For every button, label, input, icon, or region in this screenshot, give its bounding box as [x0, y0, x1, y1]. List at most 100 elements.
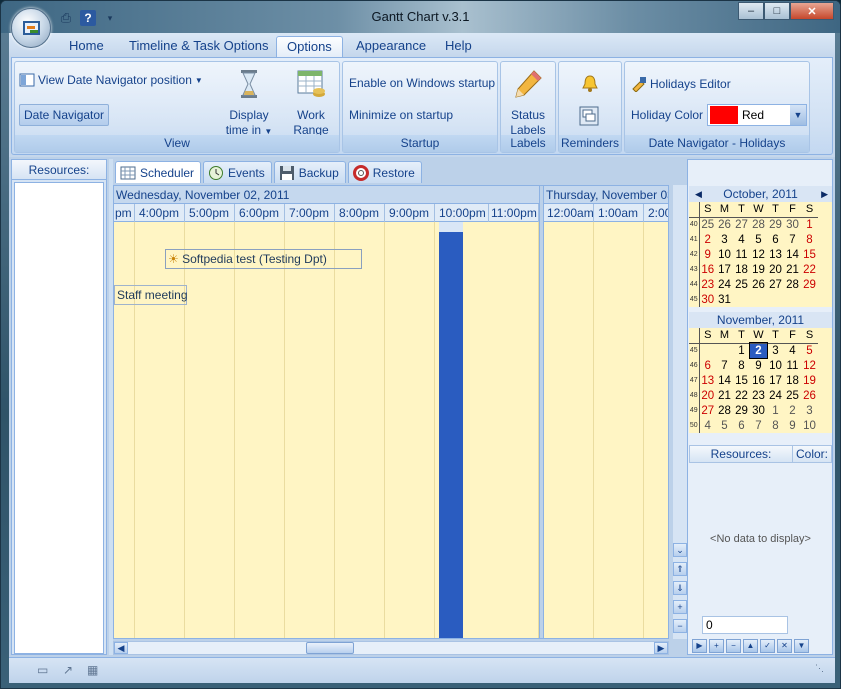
calendar-day[interactable]: 5	[716, 418, 733, 433]
network-icon[interactable]: ▦	[87, 663, 105, 679]
maximize-button[interactable]: □	[764, 2, 790, 20]
minimize-on-startup-toggle[interactable]: Minimize on startup	[349, 108, 453, 122]
calendar-day[interactable]: 3	[767, 343, 784, 358]
calendar-day[interactable]: 31	[716, 292, 733, 307]
calendar-day[interactable]: 3	[801, 403, 818, 418]
calendar-day[interactable]: 22	[801, 262, 818, 277]
calendar-day[interactable]: 10	[767, 358, 784, 373]
calendar-day[interactable]: 1	[733, 343, 750, 358]
calendar-day[interactable]: 29	[733, 403, 750, 418]
delete-record-icon[interactable]: −	[726, 639, 741, 653]
calendar-day[interactable]: 8	[767, 418, 784, 433]
edit-record-icon[interactable]: ▲	[743, 639, 758, 653]
calendar-day[interactable]: 17	[716, 262, 733, 277]
link-icon[interactable]: ↗	[63, 663, 81, 679]
column-color[interactable]: Color:	[793, 446, 831, 462]
calendar-day[interactable]: 28	[750, 217, 767, 232]
chevron-down-icon[interactable]: ▼	[790, 105, 806, 125]
calendar-day[interactable]: 22	[733, 388, 750, 403]
calendar-day[interactable]: 26	[716, 217, 733, 232]
calendar-day[interactable]: 12	[801, 358, 818, 373]
calendar-day[interactable]: 20	[767, 262, 784, 277]
calendar-day[interactable]: 24	[716, 277, 733, 292]
record-count-field[interactable]: 0	[702, 616, 788, 634]
calendar-day[interactable]: 16	[699, 262, 716, 277]
calendar-day[interactable]: 27	[699, 403, 716, 418]
calendar-day[interactable]: 21	[716, 388, 733, 403]
next-record-icon[interactable]: ▶	[692, 639, 707, 653]
calendar-day[interactable]: 1	[801, 217, 818, 232]
calendar-day[interactable]: 23	[699, 277, 716, 292]
calendar-day[interactable]: 18	[733, 262, 750, 277]
close-button[interactable]: ✕	[790, 2, 834, 20]
calendar-day[interactable]: 5	[801, 343, 818, 358]
calendar-day[interactable]: 4	[699, 418, 716, 433]
calendar-day[interactable]: 25	[733, 277, 750, 292]
tab-appearance[interactable]: Appearance	[346, 36, 436, 57]
enable-windows-startup-toggle[interactable]: Enable on Windows startup	[349, 76, 495, 90]
calendar-day[interactable]: 15	[733, 373, 750, 388]
calendar-day[interactable]: 21	[784, 262, 801, 277]
tab-timeline-task-options[interactable]: Timeline & Task Options	[119, 36, 278, 57]
scroll-thumb[interactable]	[306, 642, 354, 654]
column-resources[interactable]: Resources:	[690, 446, 793, 462]
calendar-october[interactable]: ◀ October, 2011 ▶ S M T W T F S 40 25 26 27 28 29 30 1…	[689, 186, 832, 307]
calendar-day[interactable]: 30	[699, 292, 716, 307]
calendar-day[interactable]: 2	[749, 342, 768, 359]
calendar-day[interactable]: 2	[699, 232, 716, 247]
calendar-day[interactable]: 9	[750, 358, 767, 373]
calendar-day[interactable]: 11	[784, 358, 801, 373]
work-range-button[interactable]: Work Range	[285, 68, 337, 138]
highlighter-icon[interactable]: ▭	[37, 663, 55, 679]
cancel-record-icon[interactable]: ✕	[777, 639, 792, 653]
calendar-day[interactable]: 25	[699, 217, 716, 232]
calendar-day[interactable]: 1	[767, 403, 784, 418]
calendar-day[interactable]: 13	[699, 373, 716, 388]
calendar-day[interactable]: 9	[784, 418, 801, 433]
calendar-day[interactable]: 26	[801, 388, 818, 403]
calendar-day[interactable]: 14	[716, 373, 733, 388]
filter-icon[interactable]: ▼	[794, 639, 809, 653]
calendar-day[interactable]: 30	[750, 403, 767, 418]
calendar-day[interactable]: 26	[750, 277, 767, 292]
calendar-day[interactable]: 17	[767, 373, 784, 388]
reminder-windows-icon[interactable]	[579, 106, 599, 129]
minimize-button[interactable]: –	[738, 2, 764, 20]
previous-month-icon[interactable]: ◀	[695, 186, 702, 202]
calendar-day[interactable]: 29	[801, 277, 818, 292]
calendar-day[interactable]: 28	[784, 277, 801, 292]
scroll-left-icon[interactable]: ◀	[114, 642, 128, 654]
display-time-in-button[interactable]: Display time in ▼	[219, 68, 279, 139]
calendar-day[interactable]: 4	[784, 343, 801, 358]
calendar-day[interactable]: 7	[750, 418, 767, 433]
tab-events[interactable]: Events	[203, 161, 272, 183]
tab-restore[interactable]: Restore	[347, 161, 422, 183]
help-icon[interactable]: ?	[80, 10, 96, 26]
task-bar-staff-meeting[interactable]: Staff meeting	[114, 285, 188, 305]
calendar-day[interactable]: 15	[801, 247, 818, 262]
application-menu-button[interactable]	[11, 8, 51, 48]
calendar-day[interactable]: 9	[699, 247, 716, 262]
holidays-editor-button[interactable]: Holidays Editor	[631, 76, 731, 92]
calendar-day[interactable]: 13	[767, 247, 784, 262]
task-bar-softpedia-test[interactable]: ☀ Softpedia test (Testing Dpt)	[165, 249, 362, 269]
resize-grip-icon[interactable]: ⋱	[815, 663, 833, 679]
resources-list[interactable]	[14, 182, 104, 654]
calendar-day[interactable]: 8	[733, 358, 750, 373]
scroll-down-icon[interactable]: ⌄	[673, 543, 687, 557]
tab-scheduler[interactable]: Scheduler	[115, 161, 202, 183]
calendar-day[interactable]: 5	[750, 232, 767, 247]
calendar-day[interactable]: 3	[716, 232, 733, 247]
customize-toolbar-icon[interactable]: ▾	[100, 9, 120, 27]
zoom-in-icon[interactable]: +	[673, 600, 687, 614]
scroll-right-icon[interactable]: ▶	[654, 642, 668, 654]
calendar-day[interactable]: 23	[750, 388, 767, 403]
calendar-day[interactable]: 27	[767, 277, 784, 292]
title-bar[interactable]: Gantt Chart v.3.1 ⎙ ? ▾ – □ ✕	[1, 1, 840, 33]
next-month-icon[interactable]: ▶	[821, 186, 828, 202]
calendar-day[interactable]: 8	[801, 232, 818, 247]
tab-home[interactable]: Home	[59, 36, 114, 57]
calendar-day[interactable]: 6	[699, 358, 716, 373]
holiday-color-select[interactable]: Red ▼	[707, 104, 807, 126]
calendar-day[interactable]: 10	[801, 418, 818, 433]
